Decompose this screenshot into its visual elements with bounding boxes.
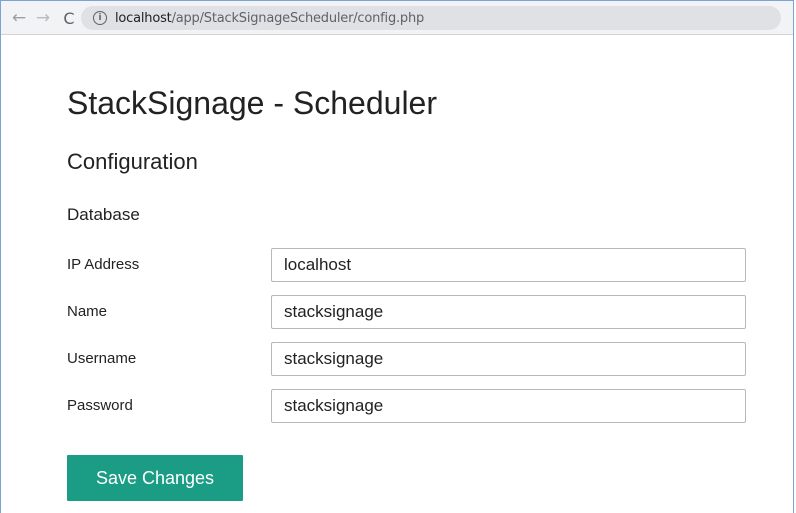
section-title: Configuration <box>67 149 198 174</box>
username-input[interactable] <box>271 342 746 376</box>
address-bar[interactable]: i localhost/app/StackSignageScheduler/co… <box>81 6 781 30</box>
page-title: StackSignage - Scheduler <box>67 85 437 121</box>
subsection-title: Database <box>67 205 140 224</box>
form-row-ip-address: IP Address <box>67 248 747 282</box>
save-changes-button[interactable]: Save Changes <box>67 455 243 501</box>
info-icon[interactable]: i <box>93 11 107 25</box>
url-host: localhost <box>115 10 172 26</box>
url-text: localhost/app/StackSignageScheduler/conf… <box>115 11 424 26</box>
form-row-username: Username <box>67 342 747 376</box>
browser-toolbar: ← → C i localhost/app/StackSignageSchedu… <box>1 1 793 35</box>
form-row-name: Name <box>67 295 747 329</box>
name-input[interactable] <box>271 295 746 329</box>
password-label: Password <box>67 397 133 414</box>
password-input[interactable] <box>271 389 746 423</box>
browser-window: ← → C i localhost/app/StackSignageSchedu… <box>0 0 794 513</box>
ip-address-label: IP Address <box>67 256 140 273</box>
reload-icon[interactable]: C <box>55 1 83 35</box>
ip-address-input[interactable] <box>271 248 746 282</box>
form-row-password: Password <box>67 389 747 423</box>
username-label: Username <box>67 350 137 367</box>
forward-arrow-icon[interactable]: → <box>29 1 57 35</box>
name-label: Name <box>67 303 108 320</box>
url-path: /app/StackSignageScheduler/config.php <box>171 10 425 26</box>
